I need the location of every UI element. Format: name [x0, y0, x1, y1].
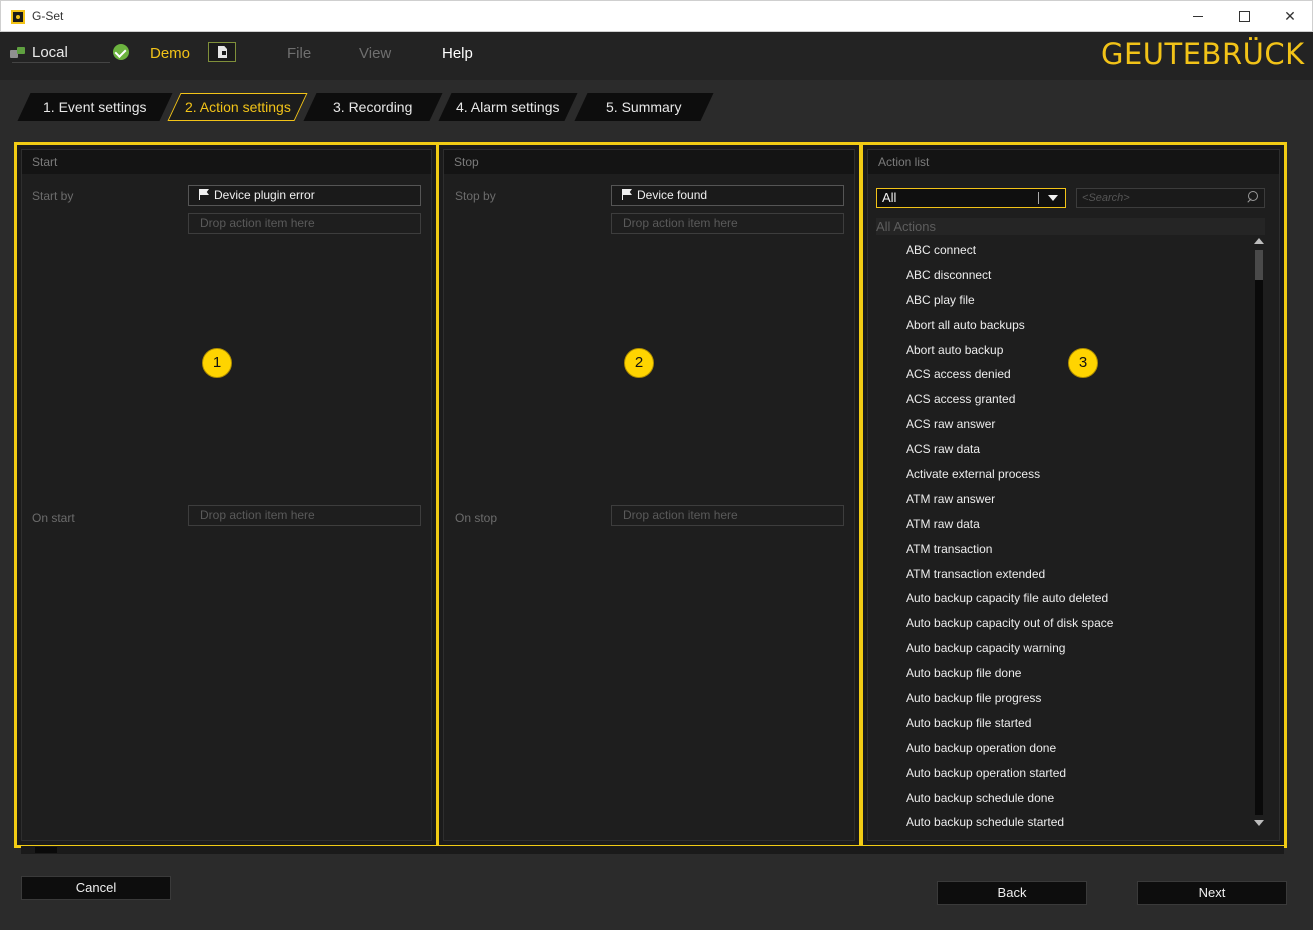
- start-panel: Start Start by Device plugin error Drop …: [14, 142, 439, 848]
- action-filter-select[interactable]: All: [876, 188, 1066, 208]
- on-stop-label: On stop: [455, 511, 498, 525]
- action-list-header: Action list: [868, 150, 1279, 174]
- title-bar: G-Set ✕: [0, 0, 1313, 32]
- callout-badge-2: 2: [624, 348, 654, 378]
- back-button[interactable]: Back: [937, 881, 1087, 905]
- on-start-label: On start: [32, 511, 75, 525]
- list-item[interactable]: Auto backup file done: [876, 661, 1251, 686]
- list-item[interactable]: ABC connect: [876, 238, 1251, 263]
- close-button[interactable]: ✕: [1267, 1, 1313, 32]
- save-icon[interactable]: [208, 42, 236, 62]
- list-item[interactable]: ATM transaction: [876, 537, 1251, 562]
- tab-summary[interactable]: 5. Summary: [574, 93, 714, 121]
- scroll-up-arrow-icon[interactable]: [1254, 238, 1264, 244]
- tab-event-settings[interactable]: 1. Event settings: [17, 93, 173, 121]
- list-item[interactable]: ABC disconnect: [876, 263, 1251, 288]
- local-label: Local: [32, 44, 68, 61]
- menu-help[interactable]: Help: [442, 45, 473, 62]
- stop-panel-header: Stop: [444, 150, 854, 174]
- search-input[interactable]: <Search>: [1076, 188, 1265, 208]
- brand-logo: GEUTEBRÜCK: [1101, 37, 1305, 71]
- stop-panel-body: Stop Stop by Device found Drop action it…: [443, 149, 855, 841]
- list-item[interactable]: ACS access granted: [876, 387, 1251, 412]
- app-icon: [11, 10, 25, 24]
- start-panel-body: Start Start by Device plugin error Drop …: [21, 149, 432, 841]
- start-by-label: Start by: [32, 189, 74, 203]
- list-item[interactable]: Auto backup file progress: [876, 686, 1251, 711]
- window-title: G-Set: [32, 9, 64, 23]
- list-item[interactable]: ACS raw answer: [876, 412, 1251, 437]
- search-placeholder: <Search>: [1082, 192, 1130, 204]
- list-item[interactable]: Auto backup schedule done: [876, 786, 1251, 811]
- stop-by-drop-zone[interactable]: Drop action item here: [611, 213, 844, 234]
- list-item[interactable]: ABC play file: [876, 288, 1251, 313]
- vertical-scrollbar[interactable]: [1253, 238, 1265, 828]
- list-item[interactable]: ATM raw data: [876, 512, 1251, 537]
- list-item[interactable]: Auto backup file started: [876, 711, 1251, 736]
- horizontal-scroll-thumb[interactable]: [35, 847, 57, 853]
- list-item[interactable]: ATM raw answer: [876, 487, 1251, 512]
- flag-icon: [199, 189, 209, 200]
- menu-view[interactable]: View: [359, 45, 391, 62]
- chevron-down-icon: [1048, 195, 1058, 201]
- callout-badge-3: 3: [1068, 348, 1098, 378]
- callout-badge-1: 1: [202, 348, 232, 378]
- list-item[interactable]: Activate external process: [876, 462, 1251, 487]
- list-item[interactable]: ACS access denied: [876, 362, 1251, 387]
- cancel-button[interactable]: Cancel: [21, 876, 171, 900]
- network-icon: [10, 46, 26, 60]
- connected-check-icon: [113, 44, 129, 60]
- tab-alarm-settings[interactable]: 4. Alarm settings: [438, 93, 578, 121]
- list-item[interactable]: Auto backup capacity warning: [876, 636, 1251, 661]
- stop-by-label: Stop by: [455, 189, 496, 203]
- select-separator: [1038, 192, 1039, 204]
- local-underline: [12, 62, 110, 63]
- demo-label[interactable]: Demo: [150, 45, 190, 62]
- action-list-panel: Action list All <Search> All Actions ABC…: [860, 142, 1287, 848]
- list-item[interactable]: ACS raw data: [876, 437, 1251, 462]
- scroll-down-arrow-icon[interactable]: [1254, 820, 1264, 826]
- stop-by-action-label: Device found: [637, 188, 708, 202]
- tab-recording[interactable]: 3. Recording: [303, 93, 443, 121]
- horizontal-scrollbar[interactable]: [21, 846, 1284, 854]
- menu-file[interactable]: File: [287, 45, 311, 62]
- local-connection[interactable]: Local: [10, 44, 68, 61]
- list-item[interactable]: Auto backup operation started: [876, 761, 1251, 786]
- menu-bar: Local Demo File View Help GEUTEBRÜCK: [0, 32, 1313, 80]
- search-icon[interactable]: [1246, 191, 1259, 204]
- list-item[interactable]: Abort auto backup: [876, 338, 1251, 363]
- action-list-body: Action list All <Search> All Actions ABC…: [867, 149, 1280, 841]
- list-item[interactable]: Auto backup capacity file auto deleted: [876, 586, 1251, 611]
- on-start-drop-zone[interactable]: Drop action item here: [188, 505, 421, 526]
- minimize-button[interactable]: [1175, 1, 1221, 32]
- list-item[interactable]: Abort all auto backups: [876, 313, 1251, 338]
- start-panel-header: Start: [22, 150, 431, 174]
- list-item[interactable]: ATM transaction extended: [876, 562, 1251, 587]
- action-list: ABC connect ABC disconnect ABC play file Ab…: [876, 238, 1251, 835]
- next-button[interactable]: Next: [1137, 881, 1287, 905]
- stop-panel: Stop Stop by Device found Drop action it…: [436, 142, 862, 848]
- maximize-button[interactable]: [1221, 1, 1267, 32]
- main-area: Start Start by Device plugin error Drop …: [14, 142, 1287, 848]
- group-header-all-actions[interactable]: All Actions: [876, 218, 1265, 235]
- filter-value: All: [882, 190, 897, 205]
- start-by-action-label: Device plugin error: [214, 188, 315, 202]
- list-item[interactable]: Auto backup capacity out of disk space: [876, 611, 1251, 636]
- tab-action-settings[interactable]: 2. Action settings: [167, 93, 308, 121]
- on-stop-drop-zone[interactable]: Drop action item here: [611, 505, 844, 526]
- start-by-action-item[interactable]: Device plugin error: [188, 185, 421, 206]
- flag-icon: [622, 189, 632, 200]
- scroll-track[interactable]: [1255, 250, 1263, 815]
- scroll-thumb[interactable]: [1255, 250, 1263, 280]
- start-by-drop-zone[interactable]: Drop action item here: [188, 213, 421, 234]
- stop-by-action-item[interactable]: Device found: [611, 185, 844, 206]
- list-item[interactable]: Auto backup schedule started: [876, 810, 1251, 835]
- list-item[interactable]: Auto backup operation done: [876, 736, 1251, 761]
